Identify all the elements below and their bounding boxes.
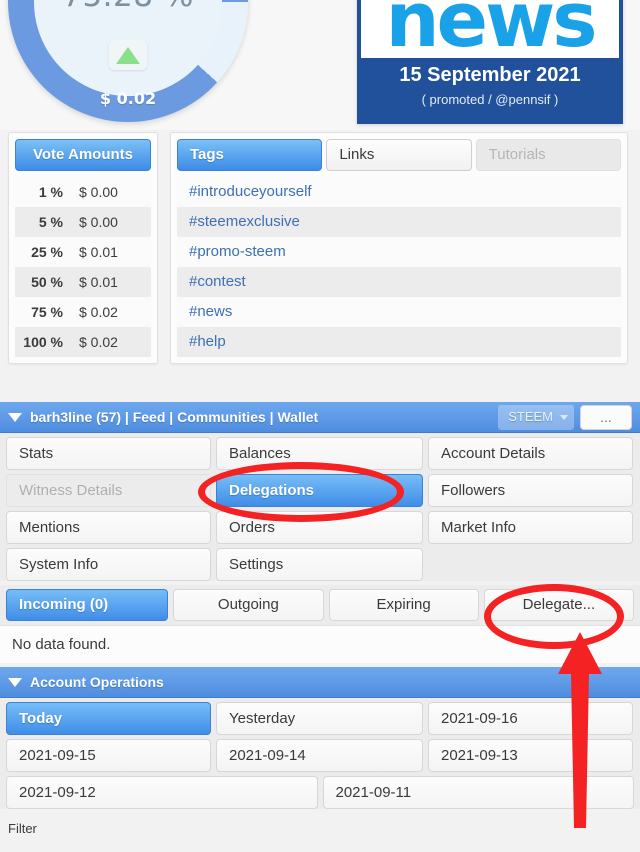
vote-amounts-panel: Vote Amounts 1 % $ 0.00 5 % $ 0.00 25 % $ 0.0… bbox=[8, 132, 158, 364]
app-root: 75.28 % $ 0.02 news 15 September 2021 ( … bbox=[0, 0, 640, 852]
vote-percent-cell: 100 % bbox=[15, 327, 71, 357]
vote-amount-cell: $ 0.02 bbox=[71, 297, 151, 327]
gauge-value-label: $ 0.02 bbox=[99, 89, 157, 108]
tab-links[interactable]: Links bbox=[326, 139, 472, 171]
vote-amount-cell: $ 0.02 bbox=[71, 327, 151, 357]
nav-row: Mentions Orders Market Info bbox=[6, 511, 634, 544]
nav-row: System Info Settings bbox=[6, 548, 634, 581]
more-options-button[interactable]: ... bbox=[580, 404, 632, 430]
nav-row: Stats Balances Account Details bbox=[6, 437, 634, 470]
delegation-tabs: Incoming (0) Outgoing Expiring Delegate... bbox=[0, 585, 640, 625]
tab-expiring[interactable]: Expiring bbox=[328, 589, 479, 621]
vote-amounts-tabrow: Vote Amounts bbox=[15, 139, 151, 171]
nav-item-mentions[interactable]: Mentions bbox=[6, 511, 211, 544]
account-header-title[interactable]: barh3line (57) | Feed | Communities | Wa… bbox=[30, 409, 318, 425]
date-button-2021-09-15[interactable]: 2021-09-15 bbox=[6, 739, 211, 772]
vote-percent-cell: 1 % bbox=[15, 177, 71, 207]
account-section: barh3line (57) | Feed | Communities | Wa… bbox=[0, 402, 640, 836]
voting-power-gauge: 75.28 % $ 0.02 bbox=[8, 0, 248, 122]
token-selector[interactable]: STEEM bbox=[498, 404, 574, 430]
vote-amount-cell: $ 0.01 bbox=[71, 237, 151, 267]
vote-percent-cell: 50 % bbox=[15, 267, 71, 297]
nav-item-settings[interactable]: Settings bbox=[216, 548, 423, 581]
date-button-2021-09-12[interactable]: 2021-09-12 bbox=[6, 776, 318, 809]
date-button-yesterday[interactable]: Yesterday bbox=[216, 702, 423, 735]
date-row: 2021-09-12 2021-09-11 bbox=[6, 776, 634, 809]
tag-list: #introduceyourself #steemexclusive #promo-… bbox=[177, 177, 621, 357]
tags-tabrow: Tags Links Tutorials bbox=[177, 139, 621, 171]
nav-item-followers[interactable]: Followers bbox=[428, 474, 633, 507]
account-operations-title: Account Operations bbox=[30, 674, 164, 690]
vote-percent-cell: 5 % bbox=[15, 207, 71, 237]
top-zone: 75.28 % $ 0.02 news 15 September 2021 ( … bbox=[0, 0, 640, 130]
caret-down-icon[interactable] bbox=[8, 412, 22, 422]
vote-amount-cell: $ 0.00 bbox=[71, 177, 151, 207]
nav-row: Witness Details Delegations Followers bbox=[6, 474, 634, 507]
account-operations-bar: Account Operations bbox=[0, 667, 640, 698]
nav-item-orders[interactable]: Orders bbox=[216, 511, 423, 544]
date-row: Today Yesterday 2021-09-16 bbox=[6, 702, 634, 735]
list-item[interactable]: #promo-steem bbox=[177, 237, 621, 267]
account-header-bar: barh3line (57) | Feed | Communities | Wa… bbox=[0, 402, 640, 433]
gauge-percent-label: 75.28 % bbox=[8, 0, 248, 14]
table-row: 25 % $ 0.01 bbox=[15, 237, 151, 267]
account-nav-grid: Stats Balances Account Details Witness Deta… bbox=[0, 433, 640, 581]
tab-outgoing[interactable]: Outgoing bbox=[173, 589, 324, 621]
date-button-2021-09-16[interactable]: 2021-09-16 bbox=[428, 702, 633, 735]
table-row: 50 % $ 0.01 bbox=[15, 267, 151, 297]
vote-amount-cell: $ 0.01 bbox=[71, 267, 151, 297]
date-button-2021-09-14[interactable]: 2021-09-14 bbox=[216, 739, 423, 772]
list-item[interactable]: #news bbox=[177, 297, 621, 327]
panels-row: Vote Amounts 1 % $ 0.00 5 % $ 0.00 25 % $ 0.0… bbox=[0, 132, 640, 364]
list-item[interactable]: #contest bbox=[177, 267, 621, 297]
table-row: 75 % $ 0.02 bbox=[15, 297, 151, 327]
nav-item-system-info[interactable]: System Info bbox=[6, 548, 211, 581]
news-subtitle: ( promoted / @pennsif ) bbox=[421, 92, 559, 107]
date-row: 2021-09-15 2021-09-14 2021-09-13 bbox=[6, 739, 634, 772]
nav-item-account-details[interactable]: Account Details bbox=[428, 437, 633, 470]
caret-down-icon[interactable] bbox=[8, 677, 22, 687]
list-item[interactable]: #steemexclusive bbox=[177, 207, 621, 237]
gauge-trend-badge bbox=[109, 40, 147, 70]
date-button-today[interactable]: Today bbox=[6, 702, 211, 735]
tab-delegate-[interactable]: Delegate... bbox=[483, 589, 634, 621]
token-selector-label: STEEM bbox=[508, 409, 553, 424]
tags-panel: Tags Links Tutorials #introduceyourself #st… bbox=[170, 132, 628, 364]
nav-item-delegations[interactable]: Delegations bbox=[216, 474, 423, 507]
list-item[interactable]: #help bbox=[177, 327, 621, 357]
news-banner[interactable]: news 15 September 2021 ( promoted / @pen… bbox=[357, 0, 623, 124]
vote-amount-cell: $ 0.00 bbox=[71, 207, 151, 237]
table-row: 1 % $ 0.00 bbox=[15, 177, 151, 207]
news-date: 15 September 2021 bbox=[399, 64, 581, 86]
nav-item-balances[interactable]: Balances bbox=[216, 437, 423, 470]
nav-item-empty bbox=[428, 548, 633, 581]
tab-tags[interactable]: Tags bbox=[177, 139, 323, 171]
table-row: 100 % $ 0.02 bbox=[15, 327, 151, 357]
filter-label: Filter bbox=[0, 813, 640, 836]
delegation-empty-message: No data found. bbox=[0, 625, 640, 663]
tab-vote-amounts[interactable]: Vote Amounts bbox=[15, 139, 151, 171]
nav-item-market-info[interactable]: Market Info bbox=[428, 511, 633, 544]
date-button-2021-09-11[interactable]: 2021-09-11 bbox=[322, 776, 634, 809]
tab-tutorials: Tutorials bbox=[475, 139, 621, 171]
date-button-2021-09-13[interactable]: 2021-09-13 bbox=[428, 739, 633, 772]
nav-item-stats[interactable]: Stats bbox=[6, 437, 211, 470]
triangle-up-icon bbox=[116, 46, 140, 64]
news-logo-text: news bbox=[385, 0, 597, 58]
news-logo-box: news bbox=[361, 0, 619, 58]
nav-item-witness-details: Witness Details bbox=[6, 474, 211, 507]
account-operations-dates: Today Yesterday 2021-09-16 2021-09-15 2021-0… bbox=[0, 698, 640, 809]
chevron-down-icon bbox=[560, 414, 568, 420]
vote-amounts-table: 1 % $ 0.00 5 % $ 0.00 25 % $ 0.01 50 % $ 0.01 75… bbox=[15, 177, 151, 357]
list-item[interactable]: #introduceyourself bbox=[177, 177, 621, 207]
tab-incoming-0-[interactable]: Incoming (0) bbox=[6, 589, 169, 621]
vote-percent-cell: 25 % bbox=[15, 237, 71, 267]
table-row: 5 % $ 0.00 bbox=[15, 207, 151, 237]
vote-percent-cell: 75 % bbox=[15, 297, 71, 327]
